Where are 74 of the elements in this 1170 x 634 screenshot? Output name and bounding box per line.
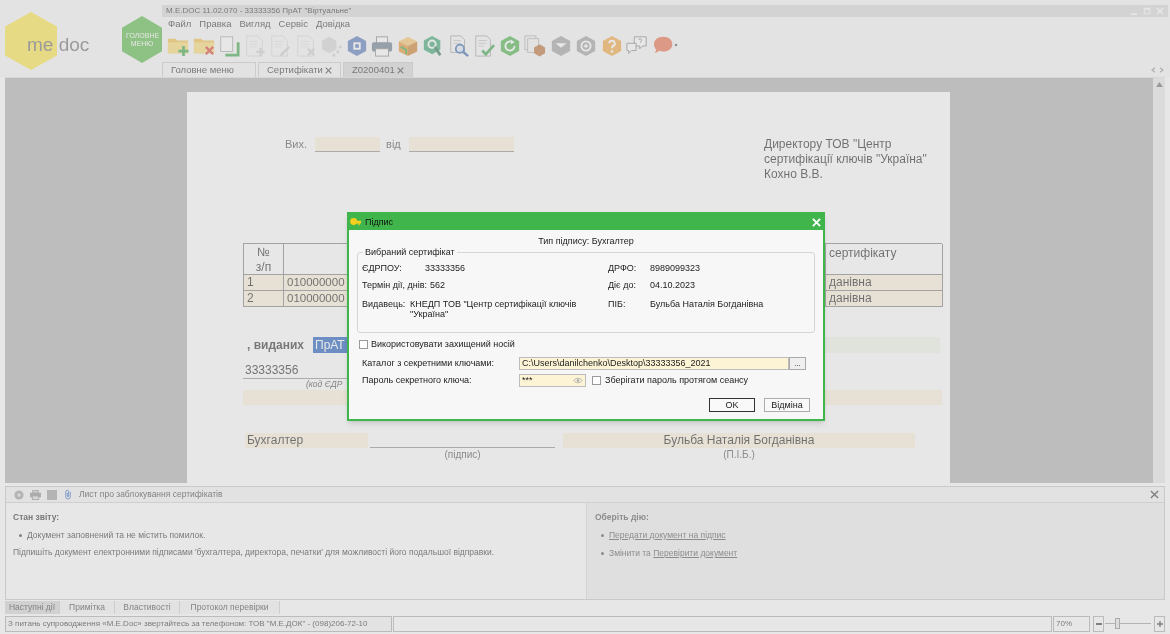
circle-icon[interactable] <box>14 489 24 500</box>
field-value: 562 <box>429 280 445 290</box>
panel-title: Лист про заблокування сертифікатів <box>79 490 223 499</box>
input-field[interactable]: Бухгалтер <box>245 433 368 448</box>
table-cell: данівна <box>826 275 943 291</box>
table-cell: 1 <box>244 275 284 291</box>
instruction-text: Підпишіть документ електронними підписами 'бухгалтера, директора, печатки' для можливості його подальшої відправки. <box>13 547 496 558</box>
input-field[interactable] <box>243 390 347 405</box>
status-text: Документ заповнений та не містить помилок. <box>27 530 206 541</box>
table-cell: данівна <box>826 291 943 307</box>
bullet-icon <box>601 552 604 555</box>
bullet-icon <box>601 534 604 537</box>
plus-icon <box>1156 621 1163 627</box>
field-value: Бульба Наталія Богданівна <box>650 299 764 309</box>
caret-up-icon[interactable] <box>1155 82 1163 87</box>
field-label: Термін дії, днів: <box>362 280 427 290</box>
caption-text: (П.І.Б.) <box>723 448 755 461</box>
signature-type-text: Тип підпису: Бухгалтер <box>538 236 634 247</box>
checkbox-label: Зберігати пароль протягом сеансу <box>605 376 749 385</box>
addressee-text: Директору ТОВ "Центр сертифікації ключів "Україна" Кохно В.В. <box>764 137 928 182</box>
dialog-button[interactable]: OK <box>709 398 755 412</box>
action-text: Змінити та Перевірити документ <box>609 548 738 559</box>
field-label: Вих. <box>285 139 308 150</box>
field-label: Каталог з секретними ключами: <box>361 359 496 368</box>
caption-text: (підпис) <box>444 448 481 461</box>
table-cell: 2 <box>244 291 284 307</box>
table-header-cell: сертифікату <box>826 244 943 275</box>
browse-button[interactable]: ... <box>789 357 806 370</box>
password-field[interactable]: *** <box>519 374 586 387</box>
field-label: Видавець: <box>362 299 407 309</box>
actions-title: Оберіть дію: <box>595 512 650 523</box>
field-label: від <box>386 139 401 150</box>
close-icon[interactable] <box>397 66 404 74</box>
group-title: Вибраний сертифікат <box>364 247 456 258</box>
input-field[interactable] <box>825 390 942 405</box>
checkbox[interactable] <box>359 340 368 349</box>
field-value: 33333356 <box>425 263 466 273</box>
field-label: Пароль секретного ключа: <box>361 376 473 385</box>
field-value: 04.10.2023 <box>650 280 696 290</box>
field-label: ПІБ: <box>608 299 627 309</box>
input-field[interactable]: Бульба Наталія Богданівна <box>563 433 915 448</box>
table-cell: 010000000 <box>284 291 348 307</box>
printer-icon[interactable] <box>30 489 41 500</box>
field-value: 8989099323 <box>650 263 701 273</box>
field-label: ДРФО: <box>608 263 638 273</box>
input-field[interactable] <box>408 137 514 152</box>
input-field[interactable] <box>825 337 940 353</box>
dialog-title: Підпис <box>365 217 394 227</box>
field-label: Діє до: <box>608 280 637 290</box>
minus-icon <box>1095 623 1102 625</box>
zoom-level: 70% <box>1053 616 1090 632</box>
close-icon[interactable] <box>325 66 332 74</box>
paperclip-icon[interactable] <box>63 489 73 500</box>
checkbox[interactable] <box>592 376 601 385</box>
table-header-cell: № з/п <box>244 244 284 275</box>
field-label: , виданих <box>246 339 305 351</box>
checkbox-label: Використовувати захищений носій <box>371 340 515 349</box>
close-icon[interactable] <box>1150 490 1159 499</box>
input-field[interactable] <box>315 137 381 152</box>
table-cell: 010000000 <box>284 275 348 291</box>
status-message: З питань супроводження «M.E.Doc» звертайтесь за телефоном: ТОВ "М.Е.ДОК" - (098)206-72-10 <box>5 616 392 632</box>
logo-text: me doc <box>27 35 90 54</box>
square-icon[interactable] <box>47 489 57 500</box>
window-title: M.E.DOC 11.02.070 - 33333356 ПрАТ "Віртуальне" <box>166 7 352 15</box>
key-icon <box>350 216 361 228</box>
bullet-icon <box>19 534 22 537</box>
input-field[interactable]: ПрАТ <box>313 337 347 353</box>
caption-text: (код ЄДР <box>306 379 343 390</box>
status-title: Стан звіту: <box>13 512 61 523</box>
field-label: ЄДРПОУ: <box>362 263 403 273</box>
input-field[interactable]: C:\Users\danilchenko\Desktop\33333356_2021 <box>519 357 789 370</box>
eye-icon[interactable] <box>573 377 583 384</box>
field-value: КНЕДП ТОВ "Центр сертифікації ключів "Україна" <box>410 299 578 319</box>
dialog-button[interactable]: Відміна <box>764 398 810 412</box>
